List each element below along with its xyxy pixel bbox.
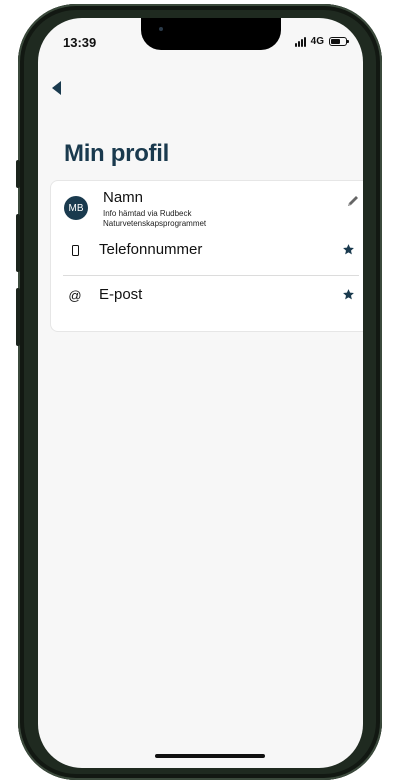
smartphone-icon — [67, 241, 83, 259]
network-label: 4G — [310, 36, 324, 47]
at-sign-icon: @ — [68, 287, 82, 303]
divider — [63, 275, 359, 276]
star-icon[interactable] — [342, 288, 355, 301]
battery-icon — [329, 37, 349, 46]
camera-dot — [159, 27, 163, 31]
screen: 13:39 4G Min profil MB Namn Info hämtad … — [38, 18, 363, 768]
field-label-email: E-post — [99, 286, 143, 303]
profile-card: MB Namn Info hämtad via Rudbeck Naturvet… — [50, 180, 363, 332]
pencil-icon[interactable] — [345, 193, 361, 209]
status-indicators: 4G — [294, 36, 349, 47]
status-time: 13:39 — [63, 35, 97, 50]
home-indicator[interactable] — [155, 754, 265, 758]
avatar: MB — [64, 196, 88, 220]
field-row-phone[interactable]: Telefonnummer — [51, 235, 363, 265]
side-button-silent — [16, 160, 20, 188]
name-info-line2: Naturvetenskapsprogrammet — [103, 219, 207, 228]
field-label-phone: Telefonnummer — [99, 241, 203, 258]
name-info-line1: Info hämtad via Rudbeck — [103, 209, 192, 218]
notch — [141, 18, 281, 50]
page-title: Min profil — [64, 140, 169, 167]
signal-icon — [294, 36, 306, 47]
side-button-volume-up — [16, 214, 20, 272]
back-button[interactable] — [50, 78, 70, 98]
name-info: Info hämtad via Rudbeck Naturvetenskapsp… — [103, 209, 206, 229]
star-icon[interactable] — [342, 243, 355, 256]
name-label: Namn — [103, 189, 144, 206]
side-button-volume-down — [16, 288, 20, 346]
field-row-email[interactable]: @ E-post — [51, 280, 363, 310]
